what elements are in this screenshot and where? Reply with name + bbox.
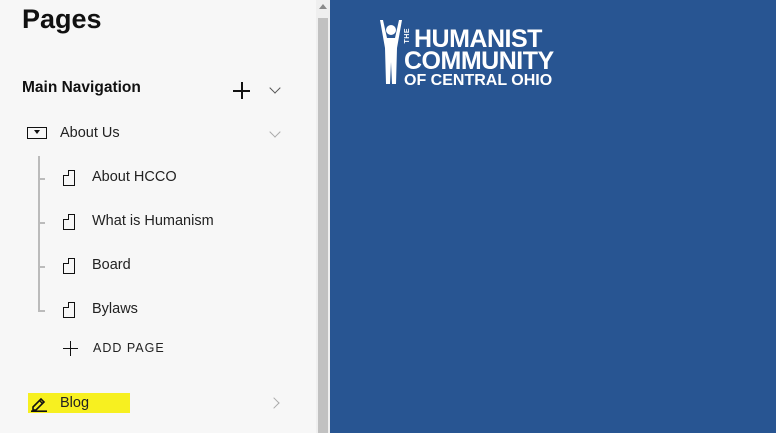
scrollbar-thumb[interactable] [318,18,328,433]
page-icon [62,213,75,230]
page-icon [62,301,75,318]
chevron-right-icon[interactable] [268,397,280,409]
chevron-down-icon[interactable] [269,126,281,138]
main-navigation-heading: Main Navigation [22,79,141,96]
page-label: Bylaws [92,301,138,317]
pages-panel: Pages Main Navigation About Us About HCC… [0,0,316,433]
page-label: About HCCO [92,169,177,185]
blog-label: Blog [60,395,90,411]
folder-label: About Us [60,125,120,141]
human-figure-icon [380,20,402,84]
add-page-label: ADD PAGE [93,341,165,355]
logo-the: THE [404,28,411,44]
page-icon [62,169,75,186]
page-label: Board [92,257,131,273]
add-icon[interactable] [233,82,250,99]
folder-icon [27,127,47,139]
scrollbar[interactable] [316,0,330,433]
page-icon [62,257,75,274]
logo-line-3: OF CENTRAL OHIO [404,72,553,89]
pencil-icon [31,397,47,412]
page-title: Pages [22,4,102,34]
chevron-down-icon[interactable] [269,82,281,94]
plus-icon [63,341,78,356]
page-label: What is Humanism [92,213,214,229]
scroll-up-icon[interactable] [319,4,327,9]
